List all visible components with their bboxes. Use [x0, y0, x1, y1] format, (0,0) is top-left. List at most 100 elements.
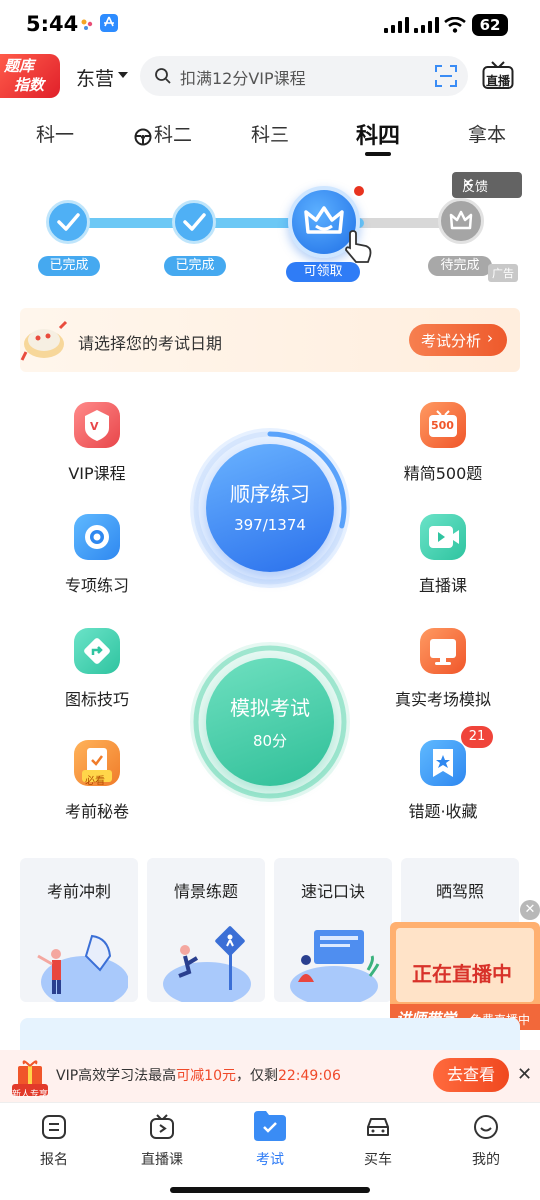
subject-tabs: 科一 科二 科三 科四 拿本 [0, 112, 540, 160]
exam-date-banner[interactable]: 请选择您的考试日期 考试分析 › [20, 308, 520, 372]
step-4-label: 待完成 [428, 256, 492, 276]
active-tab-indicator [365, 152, 391, 156]
document-icon [42, 1115, 66, 1139]
vip-badge-icon: V [74, 402, 120, 448]
sequence-practice-button[interactable]: 顺序练习 397/1374 [206, 444, 334, 572]
promo-text-b: ，仅剩 [235, 1068, 278, 1084]
card-title: 考前冲刺 [46, 882, 111, 901]
nav-buy-car[interactable]: 买车 [338, 1113, 418, 1173]
road-sign-icon [74, 628, 120, 674]
caret-down-icon[interactable] [118, 72, 128, 78]
card-pre-exam-sprint[interactable]: 考前冲刺 [20, 858, 138, 1002]
mock-exam-score: 80分 [252, 732, 288, 750]
notification-dot [352, 184, 366, 198]
mock-exam-title: 模拟考试 [230, 696, 310, 720]
exam-date-prompt: 请选择您的考试日期 [78, 334, 223, 353]
cellular-signal-icon [384, 17, 409, 33]
promo-close-icon[interactable]: ✕ [517, 1064, 532, 1085]
nav-label: 报名 [40, 1152, 68, 1168]
promo-text-a: VIP高效学习法最高 [56, 1068, 177, 1084]
smile-face-icon [474, 1115, 498, 1139]
status-bar: 5:44 62 [0, 0, 540, 50]
scan-icon[interactable] [434, 64, 458, 88]
tab-na-ben[interactable]: 拿本 [468, 120, 506, 147]
header: 题库 指数 东营 扣满12分VIP课程 直播 [0, 50, 540, 104]
card-mnemonics[interactable]: 速记口诀 [274, 858, 392, 1002]
logo-line-2: 指数 [14, 76, 45, 94]
feature-label: 专项练习 [64, 576, 129, 595]
pedestrian-sign-illustration-icon [163, 926, 251, 1002]
battery-indicator: 62 [472, 14, 508, 36]
live-popup-close-icon[interactable]: ✕ [520, 900, 540, 920]
step-1-check[interactable] [46, 200, 90, 244]
app-store-icon [100, 14, 118, 32]
exam-analysis-button[interactable]: 考试分析 › [409, 324, 507, 356]
question-bank-logo[interactable]: 题库 指数 [0, 54, 60, 98]
search-icon [155, 68, 171, 84]
mock-exam-button[interactable]: 模拟考试 80分 [206, 658, 334, 786]
500-tv-icon: 500 [420, 402, 466, 448]
tab-ke-si[interactable]: 科四 [356, 118, 400, 150]
promo-bar[interactable]: 新人专享 VIP高效学习法最高可减10元，仅剩22:49:06 去查看 ✕ [0, 1050, 540, 1102]
live-label: 直播 [486, 74, 511, 88]
must-read-badge: 必看 [85, 776, 105, 787]
feature-label: 错题·收藏 [408, 802, 478, 821]
card-title: 情景练题 [173, 882, 238, 901]
check-icon [183, 213, 206, 231]
status-time: 5:44 [26, 12, 79, 36]
nav-registration[interactable]: 报名 [14, 1113, 94, 1173]
nav-label: 买车 [364, 1152, 392, 1168]
step-2-label: 已完成 [164, 256, 226, 276]
activity-icon [81, 19, 93, 30]
sequence-progress: 397/1374 [234, 516, 306, 534]
step-2-check[interactable] [172, 200, 216, 244]
feature-label: 精简500题 [403, 464, 483, 483]
feature-label: 图标技巧 [64, 690, 129, 709]
bottom-nav: 报名 直播课 考试 买车 我的 [0, 1102, 540, 1200]
live-now-popup[interactable]: 正在直播中 讲师带学 免费直播中 [390, 922, 540, 1030]
nav-live-course[interactable]: 直播课 [122, 1113, 202, 1173]
feature-label: 考前秘卷 [64, 802, 129, 821]
rocket-illustration-icon [37, 934, 128, 1002]
vip-progress-track: 已完成 已完成 可领取 待完成 广告 反馈 ✕ [20, 172, 522, 288]
step-4-locked[interactable] [438, 198, 484, 244]
promo-countdown: 22:49:06 [277, 1068, 341, 1084]
card-title: 晒驾照 [435, 882, 484, 901]
city-selector[interactable]: 东营 [76, 64, 114, 91]
tab-ke-yi[interactable]: 科一 [36, 120, 74, 147]
feedback-button[interactable]: 反馈 ✕ [452, 172, 522, 198]
feature-label: 直播课 [418, 576, 467, 595]
card-scenario-practice[interactable]: 情景练题 [147, 858, 265, 1002]
new-user-tag: 新人专享 [12, 1090, 49, 1100]
search-placeholder: 扣满12分VIP课程 [180, 69, 306, 88]
nav-exam[interactable]: 考试 [230, 1111, 310, 1173]
cellular-signal-2-icon [414, 17, 439, 33]
monitor-icon [420, 628, 466, 674]
bookmark-star-icon [420, 740, 466, 786]
video-play-icon [420, 514, 466, 560]
tab-ke-er[interactable]: 科二 [154, 120, 192, 147]
check-icon [57, 213, 80, 231]
steering-wheel-icon [134, 128, 152, 146]
tab-ke-san[interactable]: 科三 [251, 120, 289, 147]
feature-label: 真实考场模拟 [394, 690, 491, 709]
close-icon[interactable]: ✕ [462, 176, 474, 192]
crown-icon [449, 210, 473, 230]
nav-profile[interactable]: 我的 [446, 1113, 526, 1173]
laptop-study-illustration-icon [290, 930, 380, 1002]
chevron-right-icon: › [487, 329, 493, 347]
step-3-label: 可领取 [286, 262, 360, 282]
home-indicator [170, 1187, 370, 1193]
ad-label: 广告 [488, 264, 518, 282]
wrong-count-badge: 21 [461, 726, 493, 748]
promo-text: VIP高效学习法最高可减10元，仅剩22:49:06 [56, 1065, 341, 1085]
promo-view-button[interactable]: 去查看 [433, 1058, 509, 1092]
exam-folder-icon [254, 1111, 286, 1141]
search-bar[interactable]: 扣满12分VIP课程 [140, 56, 468, 96]
sequence-title: 顺序练习 [230, 482, 310, 506]
500-label: 500 [431, 419, 454, 432]
nav-label: 直播课 [141, 1152, 183, 1168]
live-tv-button[interactable]: 直播 [482, 60, 514, 90]
logo-line-1: 题库 [4, 57, 35, 75]
live-now-text: 正在直播中 [412, 962, 512, 986]
